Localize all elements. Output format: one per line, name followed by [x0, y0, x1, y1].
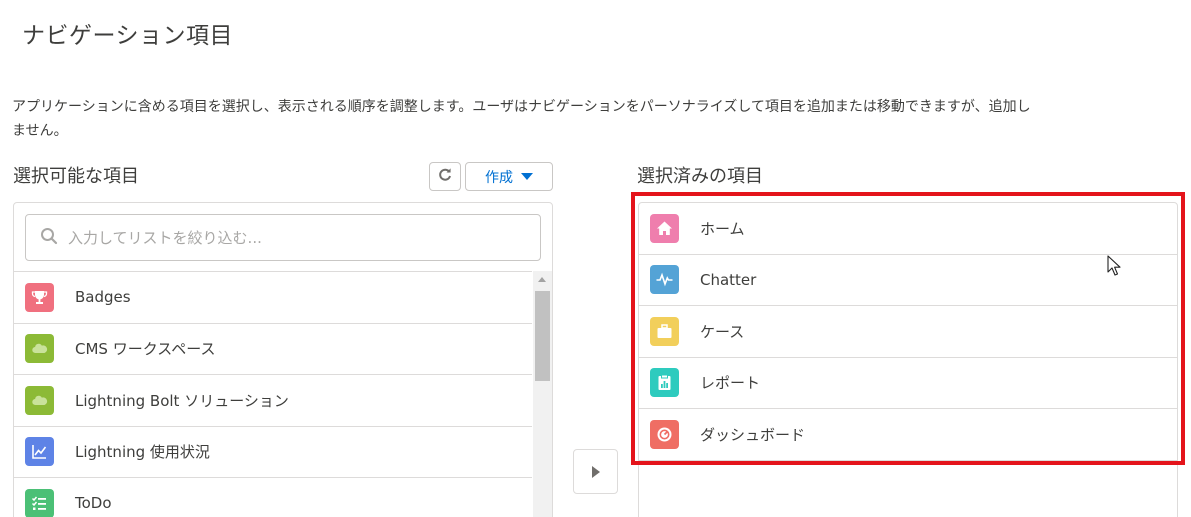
search-input[interactable]: [68, 228, 508, 247]
briefcase-icon: [650, 316, 679, 346]
list-item[interactable]: Lightning 使用状況: [14, 427, 532, 478]
available-items-list: Badges CMS ワークスペース Lightning Bolt ソリューショ…: [14, 271, 532, 517]
home-icon: [650, 213, 679, 243]
list-item[interactable]: ToDo: [14, 478, 532, 517]
scroll-thumb[interactable]: [535, 291, 550, 381]
dashboard-gauge-icon: [650, 419, 679, 449]
create-label: 作成: [485, 169, 513, 186]
page-title: ナビゲーション項目: [22, 23, 234, 49]
list-scrollbar[interactable]: [533, 271, 552, 517]
item-label: ホーム: [700, 219, 745, 238]
list-item[interactable]: ダッシュボード: [639, 409, 1177, 461]
refresh-icon: [437, 167, 453, 187]
scroll-up-arrow-icon[interactable]: [538, 277, 546, 282]
search-icon: [40, 227, 58, 249]
chevron-right-icon: [591, 465, 600, 478]
trophy-icon: [25, 282, 54, 312]
item-label: ダッシュボード: [700, 425, 806, 444]
move-to-selected-button[interactable]: [573, 449, 618, 494]
list-item[interactable]: Badges: [14, 272, 532, 324]
list-item[interactable]: CMS ワークスペース: [14, 324, 532, 375]
item-label: Badges: [75, 288, 131, 307]
filter-search-field[interactable]: [25, 214, 541, 261]
available-items-heading: 選択可能な項目: [13, 166, 139, 187]
line-chart-icon: [25, 437, 54, 467]
list-item[interactable]: Lightning Bolt ソリューション: [14, 375, 532, 427]
available-items-panel: Badges CMS ワークスペース Lightning Bolt ソリューショ…: [13, 202, 553, 517]
refresh-button[interactable]: [429, 162, 461, 191]
selected-items-heading: 選択済みの項目: [637, 166, 763, 187]
chatter-pulse-icon: [650, 265, 679, 295]
list-item[interactable]: ケース: [639, 306, 1177, 358]
task-list-icon: [25, 488, 54, 517]
item-label: CMS ワークスペース: [75, 340, 216, 359]
item-label: Chatter: [700, 270, 757, 289]
item-label: Lightning 使用状況: [75, 443, 210, 462]
item-label: ケース: [700, 322, 745, 341]
item-label: レポート: [700, 374, 761, 393]
list-item[interactable]: ホーム: [639, 203, 1177, 255]
list-item[interactable]: レポート: [639, 358, 1177, 409]
item-label: ToDo: [75, 494, 112, 513]
mouse-pointer-icon: [1107, 255, 1121, 281]
page-description: アプリケーションに含める項目を選択し、表示される順序を調整します。ユーザはナビゲ…: [12, 99, 1031, 139]
list-item[interactable]: Chatter: [639, 255, 1177, 306]
create-dropdown-button[interactable]: 作成: [465, 162, 553, 191]
chevron-down-icon: [521, 173, 533, 180]
selected-items-list: ホーム Chatter ケース レポート ダッシュボード: [639, 203, 1177, 461]
salesforce-cloud-icon: [25, 334, 54, 364]
report-icon: [650, 368, 679, 398]
selected-items-panel: ホーム Chatter ケース レポート ダッシュボード: [638, 202, 1178, 517]
item-label: Lightning Bolt ソリューション: [75, 391, 289, 410]
salesforce-cloud-icon: [25, 385, 54, 415]
